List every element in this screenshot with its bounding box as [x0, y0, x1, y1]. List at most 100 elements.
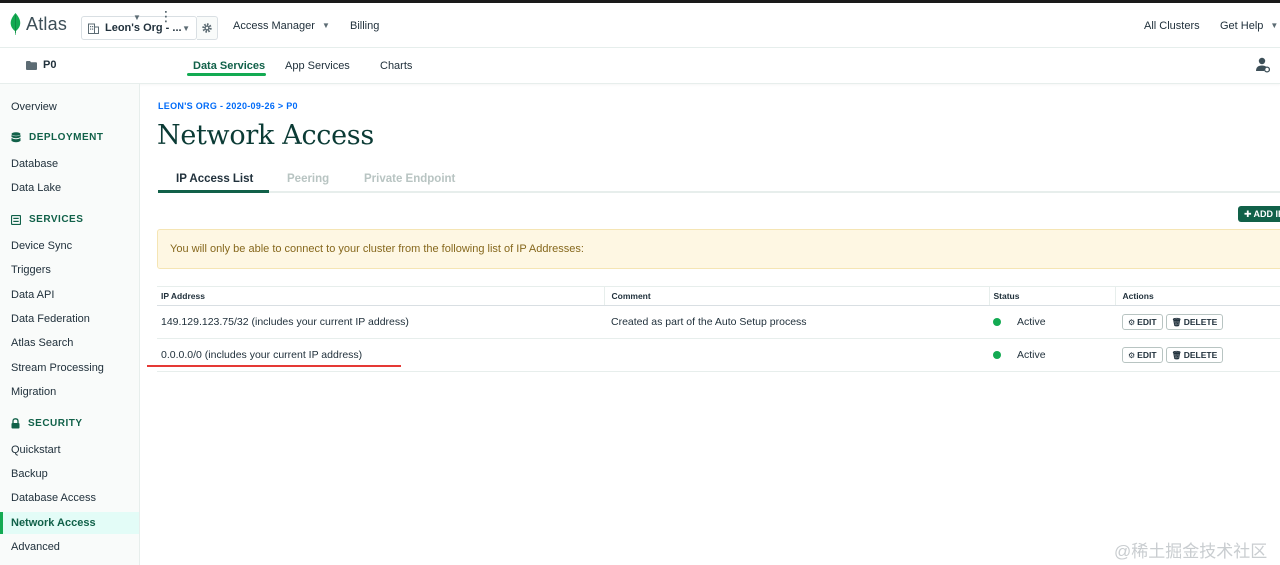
edit-label: EDIT	[1137, 317, 1157, 327]
watermark: @稀土掘金技术社区	[1114, 542, 1268, 561]
folder-icon	[26, 60, 37, 70]
sidebar: Overview DEPLOYMENT Database Data Lake S…	[0, 84, 140, 565]
edit-label: EDIT	[1137, 350, 1157, 360]
sidebar-item-database[interactable]: Database	[11, 158, 58, 170]
sidebar-item-network-access[interactable]: Network Access	[11, 517, 96, 529]
sidebar-item-migration[interactable]: Migration	[11, 386, 56, 398]
sidebar-item-overview[interactable]: Overview	[11, 101, 57, 113]
plus-icon: ✚	[1244, 208, 1252, 219]
sidebar-item-device-sync[interactable]: Device Sync	[11, 240, 72, 252]
sidebar-item-data-api[interactable]: Data API	[11, 289, 54, 301]
get-help-label: Get Help	[1220, 19, 1264, 32]
gear-icon: ⚙	[1128, 317, 1136, 327]
user-settings-icon[interactable]	[1256, 57, 1270, 73]
tab-private-endpoint[interactable]: Private Endpoint	[364, 173, 455, 185]
all-clusters-label: All Clusters	[1144, 19, 1200, 32]
gear-icon: ⚙	[1128, 350, 1136, 360]
access-manager-menu[interactable]: Access Manager ▼	[233, 3, 330, 48]
sidebar-item-backup[interactable]: Backup	[11, 468, 48, 480]
actions-cell: ⚙ EDIT 🗑 DELETE	[1115, 305, 1280, 339]
add-ip-label: ADD IP	[1253, 209, 1280, 219]
caret-down-icon: ▼	[1270, 21, 1279, 30]
sidebar-item-atlas-search[interactable]: Atlas Search	[11, 337, 73, 349]
table-header-row: IP Address Comment Status Actions	[157, 286, 1280, 306]
kebab-menu-icon[interactable]: ⋮	[159, 9, 173, 23]
active-tab-underline	[158, 190, 269, 193]
delete-button[interactable]: 🗑 DELETE	[1165, 314, 1224, 330]
column-header-ip[interactable]: IP Address	[157, 286, 604, 306]
get-help-menu[interactable]: Get Help ▼	[1220, 3, 1278, 48]
services-title: SERVICES	[29, 214, 84, 225]
atlas-logo[interactable]: Atlas	[10, 13, 67, 35]
sidebar-item-database-access[interactable]: Database Access	[11, 492, 96, 504]
sidebar-item-advanced[interactable]: Advanced	[11, 541, 60, 553]
tab-data-services[interactable]: Data Services	[193, 48, 265, 84]
ip-address-cell: 149.129.123.75/32 (includes your current…	[157, 305, 604, 339]
building-icon	[88, 23, 99, 34]
caret-down-icon: ▼	[182, 23, 190, 33]
sidebar-section-deployment: DEPLOYMENT	[11, 132, 103, 143]
delete-button[interactable]: 🗑 DELETE	[1165, 347, 1224, 363]
org-settings-button[interactable]	[197, 16, 218, 40]
breadcrumb[interactable]: LEON'S ORG - 2020-09-26 > P0	[158, 101, 298, 111]
tab-peering[interactable]: Peering	[287, 173, 329, 185]
add-ip-address-button[interactable]: ✚ ADD IP	[1238, 206, 1280, 222]
project-name: P0	[43, 59, 57, 71]
banner-text: You will only be able to connect to your…	[170, 243, 584, 255]
sidebar-item-triggers[interactable]: Triggers	[11, 264, 51, 276]
project-select[interactable]: P0	[26, 59, 56, 71]
billing-label: Billing	[350, 19, 380, 32]
ip-access-table: IP Address Comment Status Actions 149.12…	[157, 286, 1280, 372]
actions-cell: ⚙ EDIT 🗑 DELETE	[1115, 338, 1280, 372]
status-text: Active	[1017, 316, 1046, 328]
access-manager-label: Access Manager	[233, 19, 315, 32]
delete-label: DELETE	[1183, 317, 1218, 327]
trash-icon: 🗑	[1171, 350, 1182, 360]
security-title: SECURITY	[28, 418, 83, 429]
column-header-comment[interactable]: Comment	[603, 286, 989, 306]
all-clusters-link[interactable]: All Clusters	[1144, 3, 1200, 48]
app-services-label: App Services	[285, 60, 350, 72]
sidebar-active-indicator	[0, 512, 3, 534]
column-header-actions: Actions	[1114, 286, 1280, 306]
sidebar-item-stream-processing[interactable]: Stream Processing	[11, 362, 104, 374]
tabs-divider	[158, 191, 1280, 193]
table-row: 149.129.123.75/32 (includes your current…	[157, 305, 1280, 339]
deployment-title: DEPLOYMENT	[29, 132, 104, 143]
logo-text: Atlas	[26, 13, 68, 34]
project-bar: P0	[0, 48, 1280, 84]
annotation-underline	[147, 365, 401, 367]
sidebar-item-data-federation[interactable]: Data Federation	[11, 313, 90, 325]
mongodb-leaf-icon	[10, 13, 21, 35]
services-icon	[11, 214, 21, 225]
tab-ip-access-list[interactable]: IP Access List	[176, 173, 253, 185]
comment-cell: Created as part of the Auto Setup proces…	[604, 305, 989, 339]
status-text: Active	[1017, 349, 1046, 361]
tab-charts[interactable]: Charts	[380, 48, 412, 84]
billing-link[interactable]: Billing	[350, 3, 379, 48]
edit-button[interactable]: ⚙ EDIT	[1122, 314, 1163, 330]
active-tab-underline	[187, 73, 266, 76]
status-cell: Active	[989, 338, 1115, 372]
gear-icon	[202, 23, 212, 33]
project-caret-icon[interactable]: ▼	[133, 13, 141, 22]
sidebar-item-data-lake[interactable]: Data Lake	[11, 182, 61, 194]
sidebar-section-security: SECURITY	[11, 418, 83, 429]
trash-icon: 🗑	[1171, 317, 1182, 327]
top-bar: Atlas Leon's Org - ... ▼ Access Manager …	[0, 0, 1280, 48]
delete-label: DELETE	[1183, 350, 1218, 360]
active-status-dot	[993, 318, 1001, 326]
column-header-status[interactable]: Status	[988, 286, 1115, 306]
tab-app-services[interactable]: App Services	[285, 48, 350, 84]
page-title: Network Access	[157, 120, 374, 151]
charts-label: Charts	[380, 60, 413, 72]
lock-icon	[11, 418, 20, 429]
database-icon	[11, 132, 21, 143]
warning-banner: You will only be able to connect to your…	[157, 229, 1280, 269]
caret-down-icon: ▼	[321, 21, 330, 30]
sidebar-section-services: SERVICES	[11, 214, 83, 225]
edit-button[interactable]: ⚙ EDIT	[1122, 347, 1163, 363]
sidebar-item-quickstart[interactable]: Quickstart	[11, 444, 61, 456]
comment-cell	[604, 338, 989, 372]
data-services-label: Data Services	[193, 60, 266, 72]
